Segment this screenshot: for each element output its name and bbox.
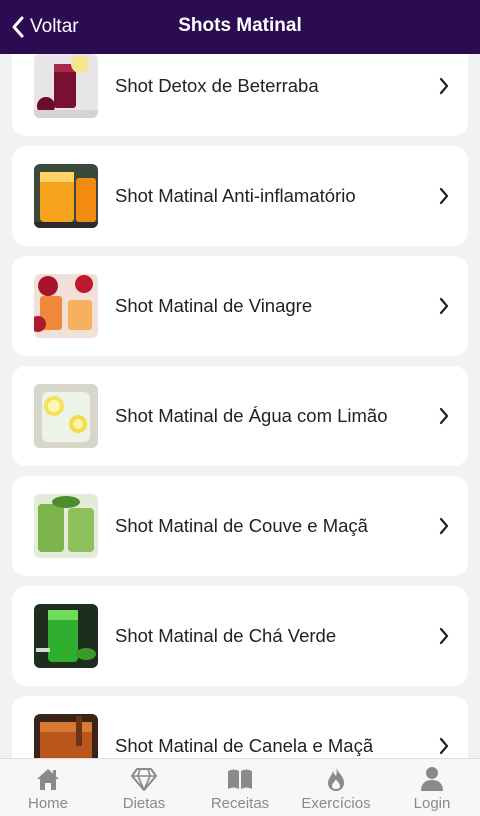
list-item[interactable]: Shot Matinal de Canela e Maçã [12,696,468,758]
lemon-water-photo [34,384,98,448]
chevron-right-icon [439,77,449,95]
list-item-label: Shot Matinal de Vinagre [115,295,313,316]
green-tea-photo [34,604,98,668]
tab-receitas[interactable]: Receitas [192,759,288,816]
back-button-label: Voltar [30,16,79,37]
back-button[interactable]: Voltar [10,12,79,42]
cinnamon-apple-photo [34,714,98,758]
list-item[interactable]: Shot Matinal Anti-inflamatório [12,146,468,246]
orange-juice-photo [34,164,98,228]
chevron-right-icon [439,627,449,645]
tab-login[interactable]: Login [384,759,480,816]
tab-label: Dietas [122,795,166,812]
vinegar-shot-photo [34,274,98,338]
chevron-left-icon [12,16,24,38]
list-item[interactable]: Shot Matinal de Água com Limão [12,366,468,466]
tab-dietas[interactable]: Dietas [96,759,192,816]
chevron-right-icon [439,297,449,315]
list-item-label: Shot Matinal de Couve e Maçã [115,515,368,536]
recipe-list: Shot Detox de Beterraba Shot Matinal Ant… [12,54,468,758]
tab-exercicios[interactable]: Exercícios [288,759,384,816]
list-item[interactable]: Shot Detox de Beterraba [12,54,468,136]
chevron-right-icon [439,517,449,535]
tab-label: Login [413,795,451,812]
beet-juice-photo [34,54,98,118]
chevron-right-icon [439,737,449,755]
tab-bar: Home Dietas Receitas Exercícios Login [0,758,480,816]
list-item-label: Shot Matinal de Chá Verde [115,625,337,646]
chevron-right-icon [439,407,449,425]
flame-icon [328,767,344,791]
list-item[interactable]: Shot Matinal de Vinagre [12,256,468,356]
tab-label: Home [27,795,68,812]
home-icon [37,769,59,790]
list-item[interactable]: Shot Matinal de Chá Verde [12,586,468,686]
list-item-label: Shot Matinal de Canela e Maçã [115,735,374,756]
tab-label: Exercícios [301,795,371,812]
navigation-bar: Voltar Shots Matinal [0,0,480,54]
tab-home[interactable]: Home [0,759,96,816]
list-item-label: Shot Detox de Beterraba [115,75,319,96]
book-icon [228,769,252,789]
list-item[interactable]: Shot Matinal de Couve e Maçã [12,476,468,576]
list-item-label: Shot Matinal Anti-inflamatório [115,185,356,206]
diamond-icon [131,768,157,791]
green-juice-photo [34,494,98,558]
tab-label: Receitas [210,795,270,812]
list-item-label: Shot Matinal de Água com Limão [115,405,388,426]
chevron-right-icon [439,187,449,205]
recipe-list-area[interactable]: Shot Detox de Beterraba Shot Matinal Ant… [0,54,480,758]
user-icon [421,767,443,791]
